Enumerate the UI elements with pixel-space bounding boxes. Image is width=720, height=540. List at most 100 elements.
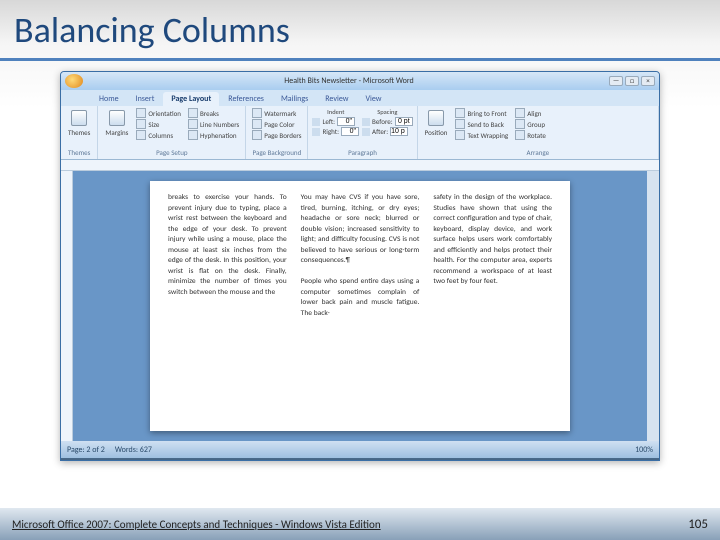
rotate-button[interactable]: Rotate xyxy=(513,130,548,140)
column-3: safety in the design of the workplace. S… xyxy=(433,193,552,419)
ribbon-tabs: Home Insert Page Layout References Maili… xyxy=(61,90,659,106)
spacing-after-input[interactable] xyxy=(390,127,408,136)
spacing-after-label: After: xyxy=(372,127,388,136)
title-underline xyxy=(0,58,720,61)
page-color-button[interactable]: Page Color xyxy=(250,119,303,129)
themes-icon xyxy=(71,110,87,126)
group-button[interactable]: Group xyxy=(513,119,548,129)
minimize-button[interactable]: — xyxy=(609,76,623,86)
rotate-icon xyxy=(515,130,525,140)
word-window: Health Bits Newsletter - Microsoft Word … xyxy=(60,71,660,461)
watermark-button[interactable]: Watermark xyxy=(250,108,303,118)
text-wrapping-button[interactable]: Text Wrapping xyxy=(453,130,510,140)
bring-front-icon xyxy=(455,108,465,118)
document-area: breaks to exercise your hands. To preven… xyxy=(61,171,659,441)
hyphenation-icon xyxy=(188,130,198,140)
tab-home[interactable]: Home xyxy=(91,92,127,106)
bring-front-label: Bring to Front xyxy=(467,109,506,118)
indent-right-input[interactable] xyxy=(341,127,359,136)
vertical-ruler[interactable] xyxy=(61,171,73,441)
size-button[interactable]: Size xyxy=(134,119,183,129)
group-page-background-label: Page Background xyxy=(250,147,303,157)
indent-left-row: Left: xyxy=(312,117,359,126)
size-label: Size xyxy=(148,120,159,129)
position-label: Position xyxy=(425,128,448,137)
tab-insert[interactable]: Insert xyxy=(128,92,163,106)
page-color-label: Page Color xyxy=(264,120,294,129)
indent-right-icon xyxy=(312,128,320,136)
orientation-label: Orientation xyxy=(148,109,181,118)
group-themes-label: Themes xyxy=(65,147,93,157)
tab-view[interactable]: View xyxy=(357,92,389,106)
indent-left-label: Left: xyxy=(322,117,335,126)
columns-button[interactable]: Columns xyxy=(134,130,183,140)
breaks-label: Breaks xyxy=(200,109,219,118)
tab-references[interactable]: References xyxy=(220,92,272,106)
breaks-icon xyxy=(188,108,198,118)
tab-review[interactable]: Review xyxy=(317,92,356,106)
themes-label: Themes xyxy=(68,128,90,137)
indent-right-row: Right: xyxy=(312,127,359,136)
spacing-before-icon xyxy=(362,118,370,126)
spacing-heading: Spacing xyxy=(362,108,413,116)
margins-label: Margins xyxy=(105,128,128,137)
vertical-scrollbar[interactable] xyxy=(647,171,659,441)
page-borders-icon xyxy=(252,130,262,140)
group-themes: Themes Themes xyxy=(61,106,98,159)
send-back-label: Send to Back xyxy=(467,120,504,129)
themes-button[interactable]: Themes xyxy=(65,108,93,139)
watermark-icon xyxy=(252,108,262,118)
spacing-before-input[interactable] xyxy=(395,117,413,126)
align-icon xyxy=(515,108,525,118)
status-words[interactable]: Words: 627 xyxy=(115,445,152,455)
group-arrange: Position Bring to Front Send to Back Tex… xyxy=(418,106,659,159)
page-viewport[interactable]: breaks to exercise your hands. To preven… xyxy=(73,171,647,441)
maximize-button[interactable]: □ xyxy=(625,76,639,86)
spacing-after-icon xyxy=(362,128,370,136)
watermark-label: Watermark xyxy=(264,109,296,118)
group-page-background: Watermark Page Color Page Borders Page B… xyxy=(246,106,308,159)
columns-icon xyxy=(136,130,146,140)
send-back-button[interactable]: Send to Back xyxy=(453,119,510,129)
slide-title: Balancing Columns xyxy=(0,0,720,58)
group-arrange-label: Arrange xyxy=(422,147,654,157)
spacing-before-label: Before: xyxy=(372,117,393,126)
orientation-button[interactable]: Orientation xyxy=(134,108,183,118)
close-button[interactable]: × xyxy=(641,76,655,86)
status-bar: Page: 2 of 2 Words: 627 100% xyxy=(61,441,659,458)
footer-text: Microsoft Office 2007: Complete Concepts… xyxy=(12,518,381,531)
group-btn-label: Group xyxy=(527,120,545,129)
indent-right-label: Right: xyxy=(322,127,339,136)
send-back-icon xyxy=(455,119,465,129)
spacing-before-row: Before: xyxy=(362,117,413,126)
status-page[interactable]: Page: 2 of 2 xyxy=(67,445,105,455)
breaks-button[interactable]: Breaks xyxy=(186,108,241,118)
group-paragraph: Indent Left: Right: Spacing xyxy=(308,106,417,159)
horizontal-ruler[interactable] xyxy=(61,160,659,171)
page-number: 105 xyxy=(688,517,708,532)
line-numbers-button[interactable]: Line Numbers xyxy=(186,119,241,129)
column-2: You may have CVS if you have sore, tired… xyxy=(301,193,420,419)
hyphenation-button[interactable]: Hyphenation xyxy=(186,130,241,140)
ribbon: Themes Themes Margins Orientation Size C… xyxy=(61,106,659,160)
align-button[interactable]: Align xyxy=(513,108,548,118)
align-label: Align xyxy=(527,109,541,118)
tab-page-layout[interactable]: Page Layout xyxy=(163,92,219,106)
titlebar: Health Bits Newsletter - Microsoft Word … xyxy=(61,72,659,90)
group-page-setup-label: Page Setup xyxy=(102,147,241,157)
indent-heading: Indent xyxy=(312,108,359,116)
page-borders-button[interactable]: Page Borders xyxy=(250,130,303,140)
bring-front-button[interactable]: Bring to Front xyxy=(453,108,510,118)
start-button[interactable] xyxy=(65,460,89,461)
column-1: breaks to exercise your hands. To preven… xyxy=(168,193,287,419)
position-button[interactable]: Position xyxy=(422,108,451,139)
indent-left-input[interactable] xyxy=(337,117,355,126)
page-borders-label: Page Borders xyxy=(264,131,301,140)
orientation-icon xyxy=(136,108,146,118)
margins-button[interactable]: Margins xyxy=(102,108,131,139)
text-wrapping-label: Text Wrapping xyxy=(467,131,508,140)
tab-mailings[interactable]: Mailings xyxy=(273,92,316,106)
status-zoom[interactable]: 100% xyxy=(635,445,653,455)
page: breaks to exercise your hands. To preven… xyxy=(150,181,570,431)
office-button[interactable] xyxy=(65,74,83,88)
